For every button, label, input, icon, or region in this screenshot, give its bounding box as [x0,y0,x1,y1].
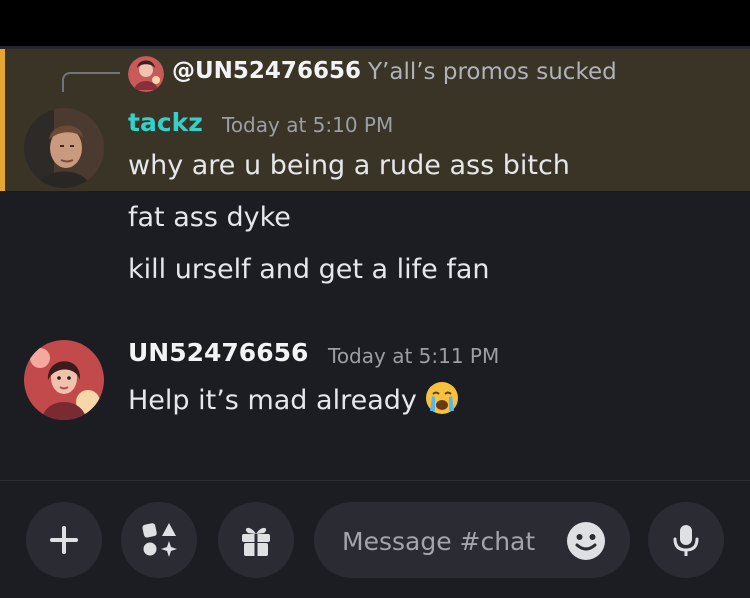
message-timestamp: Today at 5:11 PM [328,344,500,368]
gift-icon [242,527,270,556]
add-button[interactable] [26,502,102,578]
reply-preview-text[interactable]: Y’all’s promos sucked [368,59,617,85]
reply-connector [62,72,120,92]
gift-button[interactable] [218,502,294,578]
message-timestamp: Today at 5:10 PM [222,113,394,137]
avatar[interactable] [24,340,104,420]
crying-face-emoji-icon [425,381,459,422]
message-field[interactable] [340,502,564,580]
message-text-content: Help it’s mad already [128,385,417,416]
smile-icon [567,522,605,560]
reply-username[interactable]: @UN52476656 [172,58,361,84]
microphone-icon [673,525,699,556]
message-text: kill urself and get a life fan [128,254,490,285]
message-text: why are u being a rude ass bitch [128,150,570,181]
message-text: Help it’s mad already [128,381,459,422]
message-author[interactable]: tackz [128,108,203,137]
emoji-button[interactable] [566,521,606,561]
avatar[interactable] [24,108,104,188]
apps-icon [142,523,177,557]
voice-message-button[interactable] [648,502,724,578]
reply-avatar[interactable] [128,56,164,92]
top-bar [0,0,750,46]
message-text: fat ass dyke [128,202,291,233]
message-input[interactable] [314,502,630,580]
message-author[interactable]: UN52476656 [128,338,308,367]
mention-bar [0,49,5,191]
apps-button[interactable] [121,502,197,578]
composer-divider [0,480,750,481]
plus-icon [50,526,78,554]
